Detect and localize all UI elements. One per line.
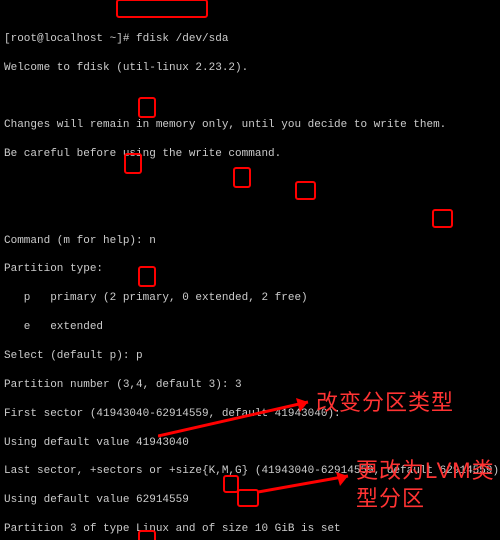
- default-first: Using default value 41943040: [4, 436, 496, 450]
- prompt: [root@localhost ~]#: [4, 33, 129, 45]
- partition-set: Partition 3 of type Linux and of size 10…: [4, 522, 496, 536]
- part-type-e: e extended: [4, 320, 496, 334]
- part-type-hdr: Partition type:: [4, 262, 496, 276]
- cmd-prompt: Command (m for help): n: [4, 234, 496, 248]
- hint-line: Changes will remain in memory only, unti…: [4, 118, 496, 132]
- select-line: Select (default p): p: [4, 349, 496, 363]
- input-p: p: [136, 350, 143, 362]
- highlight-box-cmd: [116, 0, 208, 18]
- welcome-line: Welcome to fdisk (util-linux 2.23.2).: [4, 61, 496, 75]
- annotation-change-type: 改变分区类型: [316, 388, 454, 418]
- input-3: 3: [235, 379, 242, 391]
- annotation-lvm-2: 型分区: [356, 484, 425, 514]
- hint-line: Be careful before using the write comman…: [4, 147, 496, 161]
- input-n: n: [149, 235, 156, 247]
- terminal[interactable]: [root@localhost ~]# fdisk /dev/sda Welco…: [0, 0, 500, 540]
- prompt-line: [root@localhost ~]# fdisk /dev/sda: [4, 32, 496, 46]
- part-type-p: p primary (2 primary, 0 extended, 2 free…: [4, 291, 496, 305]
- annotation-lvm-1: 更改为LVM类: [356, 456, 495, 486]
- command: fdisk /dev/sda: [136, 33, 228, 45]
